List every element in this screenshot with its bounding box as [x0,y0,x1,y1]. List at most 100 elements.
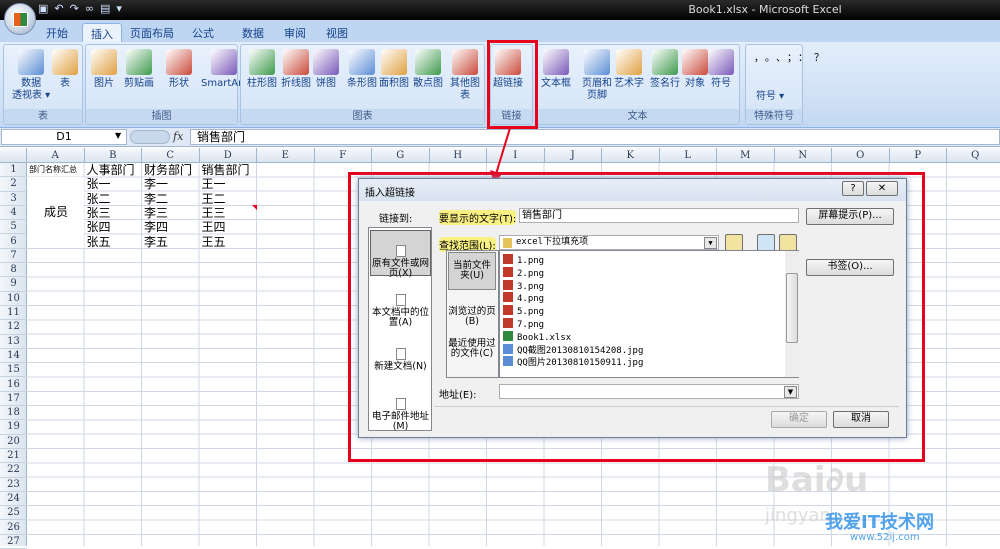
row-header-9[interactable]: 9 [0,277,27,292]
customize-qat-icon[interactable]: ▾ [116,2,128,15]
tab-3[interactable]: 公式 [184,23,222,42]
column-header-D[interactable]: D [200,148,257,163]
special-symbols[interactable]: ，。、；：？ [754,51,824,67]
formula-bar-splitter[interactable] [130,130,170,144]
row-header-1[interactable]: 1 [0,163,27,178]
bar-chart-button[interactable]: 条形图 [347,49,377,90]
cell-d4[interactable]: 王三 [202,206,257,220]
column-header-K[interactable]: K [602,148,660,163]
row-header-4[interactable]: 4 [0,206,27,221]
pivot-table-button[interactable]: 数据 透视表 ▾ [12,49,50,102]
cell-b2[interactable]: 张一 [87,177,142,191]
pie-chart-button[interactable]: 饼图 [313,49,339,90]
close-button[interactable]: ✕ [866,181,898,196]
symbol-dropdown-button[interactable]: 符号 ▾ [756,87,784,102]
form-icon[interactable]: ▤ [100,2,116,15]
up-folder-button[interactable] [725,234,743,251]
row-header-27[interactable]: 27 [0,535,27,549]
row-header-24[interactable]: 24 [0,492,27,507]
chevron-down-icon[interactable]: ▼ [784,386,797,398]
column-header-E[interactable]: E [257,148,315,163]
file-item[interactable]: 3.png [503,279,544,293]
tab-4[interactable]: 数据 [234,23,272,42]
name-box-dropdown-icon[interactable]: ▼ [115,131,121,140]
column-header-M[interactable]: M [717,148,775,163]
scatter-chart-button[interactable]: 散点图 [413,49,443,90]
help-button[interactable]: ? [842,181,864,196]
row-header-19[interactable]: 19 [0,420,27,435]
column-header-F[interactable]: F [315,148,372,163]
cell-d3[interactable]: 王二 [202,192,257,206]
scrollbar-thumb[interactable] [786,273,798,343]
cell-c5[interactable]: 李四 [144,220,199,234]
cell-b3[interactable]: 张二 [87,192,142,206]
bookmark-button[interactable]: 书签(O)... [806,259,894,276]
other-charts-button[interactable]: 其他图表 [446,49,484,102]
object-button[interactable]: 对象 [682,49,708,90]
file-item[interactable]: 5.png [503,305,544,318]
area-chart-button[interactable]: 面积图 [379,49,409,90]
row-header-26[interactable]: 26 [0,521,27,535]
cancel-button[interactable]: 取消 [833,411,889,428]
tab-0[interactable]: 开始 [38,23,76,42]
column-header-G[interactable]: G [372,148,430,163]
file-item[interactable]: 4.png [503,292,544,305]
row-header-16[interactable]: 16 [0,378,27,392]
table-button[interactable]: 表 [52,49,78,90]
file-item[interactable]: QQ截图20130810154208.jpg [503,343,643,357]
tab-6[interactable]: 视图 [318,23,356,42]
cell-b5[interactable]: 张四 [87,220,142,234]
picture-button[interactable]: 图片 [91,49,117,90]
cell-c3[interactable]: 李二 [144,192,199,206]
address-input[interactable]: ▼ [499,384,799,399]
row-header-13[interactable]: 13 [0,335,27,349]
tab-5[interactable]: 审阅 [276,23,314,42]
column-chart-button[interactable]: 柱形图 [247,49,277,90]
office-button[interactable] [4,3,36,35]
file-list[interactable]: 1.png 2.png 3.png 4.png 5.png 7.png Book1.xlsx… [499,250,799,378]
cell-b1[interactable]: 人事部门 [87,163,142,177]
row-header-25[interactable]: 25 [0,506,27,521]
file-item[interactable]: 1.png [503,254,544,267]
undo-icon[interactable]: ↶ [54,2,69,15]
cell-c6[interactable]: 李五 [144,235,199,249]
row-header-7[interactable]: 7 [0,249,27,264]
link-to-option-1[interactable]: 本文档中的位置(A) [370,280,431,328]
row-header-10[interactable]: 10 [0,292,27,306]
clipart-button[interactable]: 剪贴画 [124,49,154,90]
line-chart-button[interactable]: 折线图 [281,49,311,90]
omega-button[interactable]: 符号 [708,49,734,90]
insert-function-button[interactable]: fx [173,130,183,143]
redo-icon[interactable]: ↷ [70,2,85,15]
browse-web-button[interactable] [757,234,775,251]
tab-2[interactable]: 页面布局 [122,23,182,42]
shapes-button[interactable]: 形状 [166,49,192,90]
row-header-6[interactable]: 6 [0,235,27,249]
formula-input[interactable]: 销售部门 [190,129,1000,145]
textbox-button[interactable]: 文本框 [541,49,571,90]
file-item[interactable]: 7.png [503,318,544,331]
cell-a1[interactable]: 部门名称汇总 [29,163,84,177]
cell-b6[interactable]: 张五 [87,235,142,249]
row-header-11[interactable]: 11 [0,306,27,321]
ok-button[interactable]: 确定 [771,411,827,428]
column-header-H[interactable]: H [430,148,487,163]
display-text-input[interactable]: 销售部门 [519,208,799,223]
row-header-8[interactable]: 8 [0,263,27,278]
cell-c1[interactable]: 财务部门 [144,163,199,177]
cell-d2[interactable]: 王一 [202,177,257,191]
link-to-option-3[interactable]: 电子邮件地址(M) [370,384,431,432]
header-footer-button[interactable]: 页眉和 页脚 [582,49,612,102]
row-header-5[interactable]: 5 [0,220,27,235]
column-header-P[interactable]: P [890,148,947,163]
row-header-20[interactable]: 20 [0,435,27,449]
row-header-17[interactable]: 17 [0,392,27,407]
cell-d6[interactable]: 王五 [202,235,257,249]
file-item[interactable]: 2.png [503,266,544,280]
column-header-C[interactable]: C [142,148,200,163]
cell-d5[interactable]: 王四 [202,220,257,234]
row-header-3[interactable]: 3 [0,192,27,206]
row-header-23[interactable]: 23 [0,478,27,492]
row-header-21[interactable]: 21 [0,449,27,464]
nav-option-1[interactable]: 浏览过的页(B) [448,307,496,327]
